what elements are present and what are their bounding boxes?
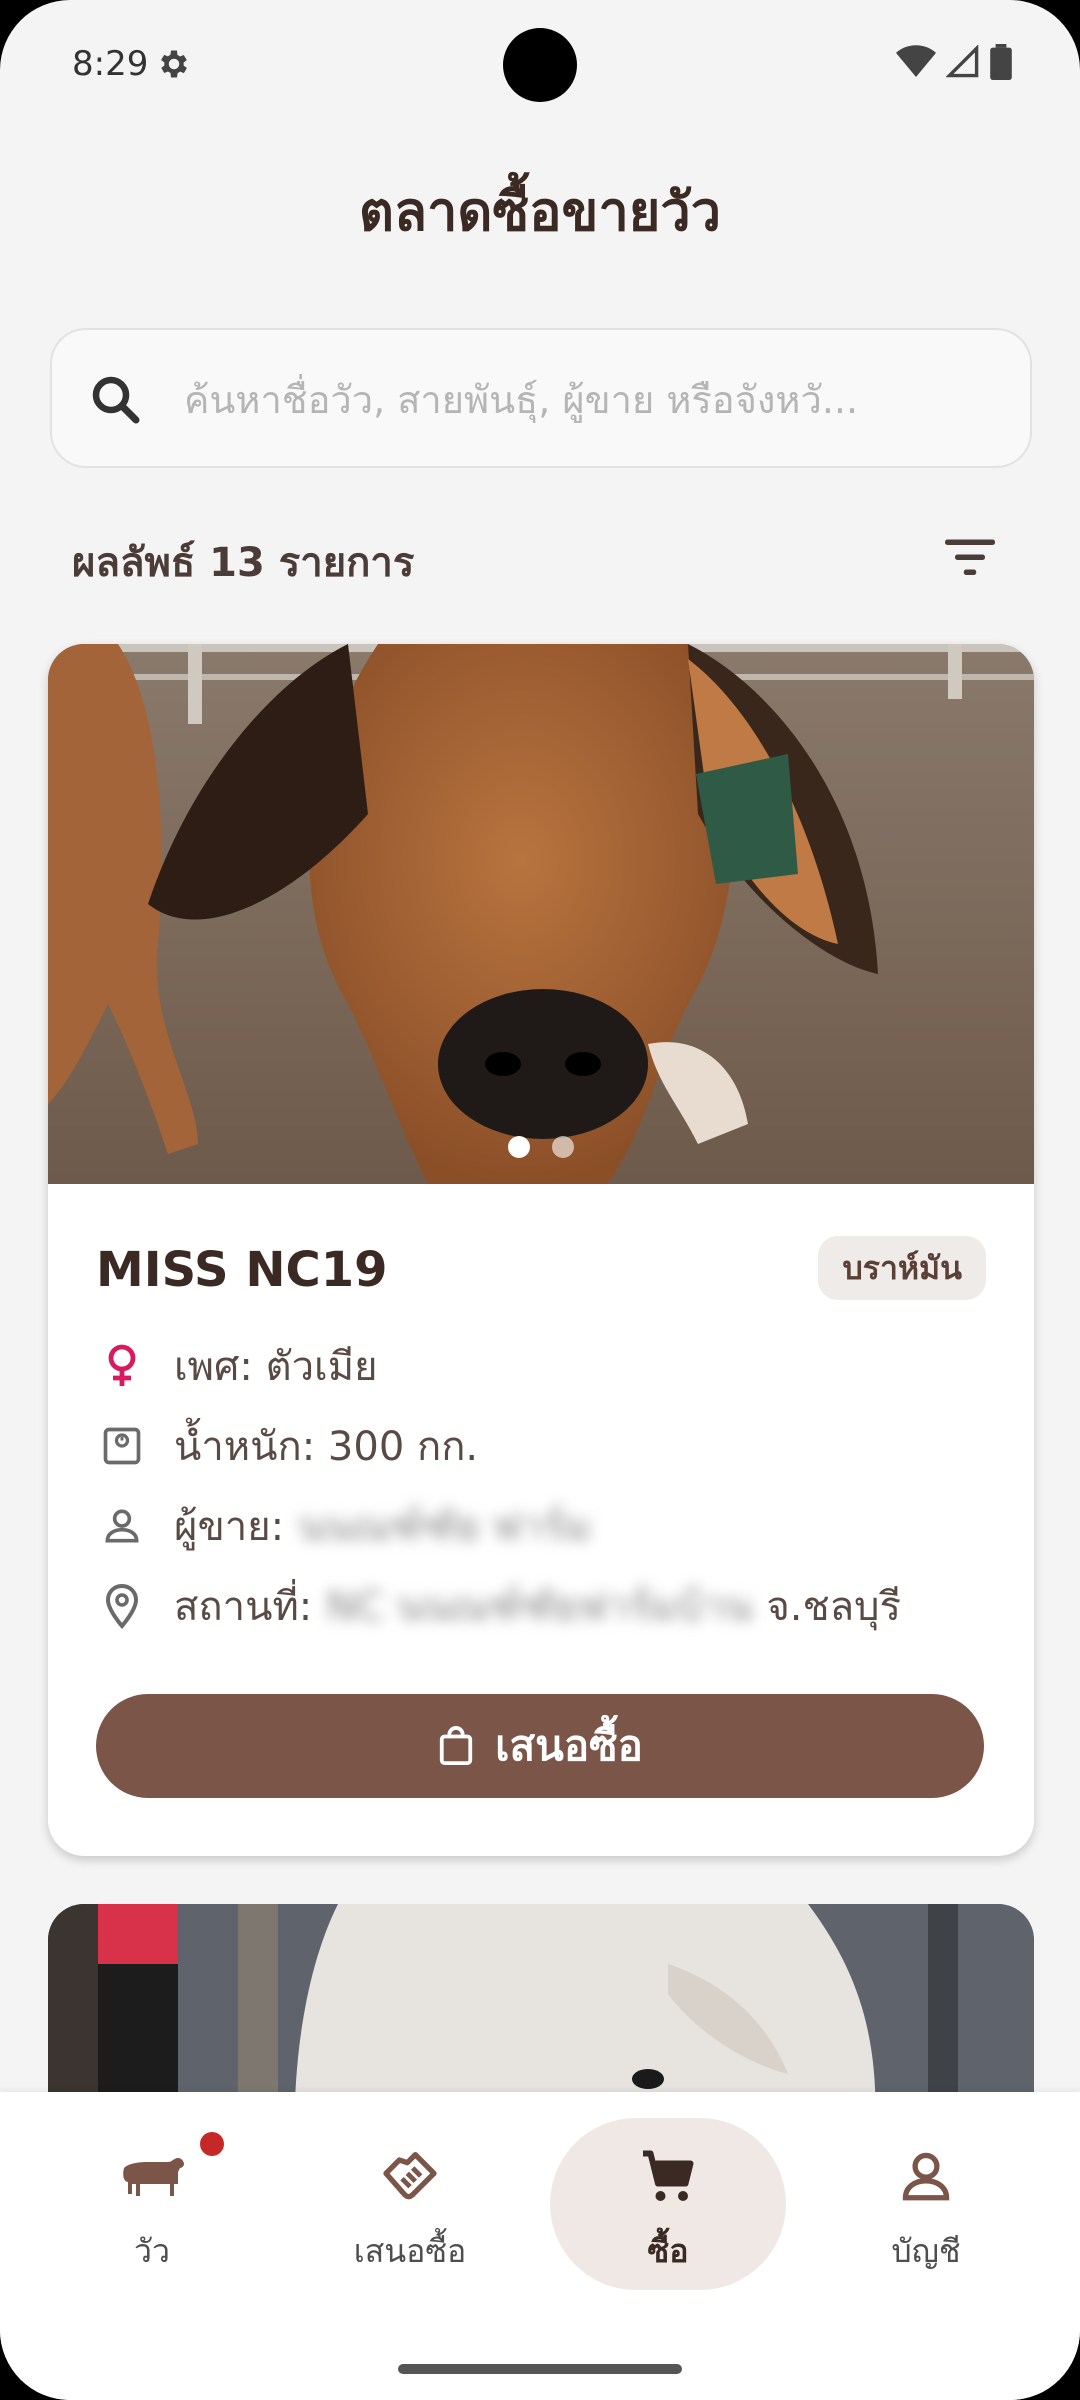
scale-icon (96, 1420, 148, 1472)
pagination-dot-active[interactable] (508, 1136, 530, 1158)
search-icon (92, 376, 140, 424)
nav-item-offers[interactable]: เสนอซื้อ (290, 2092, 530, 2292)
breed-badge: บราห์มัน (818, 1236, 986, 1300)
home-indicator[interactable] (398, 2364, 682, 2374)
cart-icon (618, 2136, 718, 2216)
status-icons (896, 44, 1012, 80)
cow-icon (102, 2136, 202, 2216)
nav-item-account[interactable]: บัญชี (806, 2092, 1046, 2292)
weight-text: น้ำหนัก: 300 กก. (174, 1424, 479, 1470)
female-icon (96, 1340, 148, 1392)
wifi-icon (896, 45, 936, 77)
account-person-icon (876, 2136, 976, 2216)
nav-label-account: บัญชี (891, 2232, 961, 2270)
nav-item-buy[interactable]: ซื้อ (548, 2092, 788, 2292)
settings-gear-icon (161, 50, 187, 78)
make-offer-label: เสนอซื้อ (495, 1722, 643, 1769)
results-count: ผลลัพธ์ 13 รายการ (72, 540, 415, 586)
status-time: 8:29 (72, 44, 149, 84)
location-blurred: NC นนณฑ์ฑัยฟาร์มบ้าน (326, 1584, 753, 1630)
gender-row: เพศ: ตัวเมีย (96, 1336, 378, 1396)
seller-row: ผู้ขาย: นนณฑ์ฑัย ฟาร์ม (96, 1496, 605, 1556)
cow-listing-card[interactable]: MISS NC19 บราห์มัน เพศ: ตัวเมีย น้ำหนัก:… (48, 644, 1034, 1856)
notification-badge (200, 2132, 224, 2156)
province-text: จ.ชลบุรี (766, 1584, 902, 1630)
cow-name: MISS NC19 (96, 1242, 388, 1298)
nav-item-cows[interactable]: วัว (32, 2092, 272, 2292)
battery-icon (990, 44, 1012, 80)
weight-row: น้ำหนัก: 300 กก. (96, 1416, 478, 1476)
seller-text: ผู้ขาย: นนณฑ์ฑัย ฟาร์ม (174, 1494, 605, 1558)
pagination-dot[interactable] (552, 1136, 574, 1158)
location-label: สถานที่: (174, 1584, 313, 1630)
gender-text: เพศ: ตัวเมีย (174, 1344, 378, 1390)
search-input[interactable] (184, 360, 1004, 440)
signal-icon (946, 45, 979, 78)
nav-label-buy: ซื้อ (647, 2232, 689, 2270)
nav-label-offers: เสนอซื้อ (353, 2232, 467, 2270)
location-row: สถานที่: NC นนณฑ์ฑัยฟาร์มบ้าน จ.ชลบุรี (96, 1576, 901, 1636)
screen: 8:29 ตลาดซื้อขายวัว ผลลัพธ์ 13 รายการ (0, 0, 1080, 2400)
seller-label: ผู้ขาย: (174, 1504, 285, 1550)
location-pin-icon (96, 1580, 148, 1632)
bottom-navigation: วัว เสนอซื้อ ซื้อ บัญชี (0, 2092, 1080, 2400)
search-box[interactable] (50, 328, 1032, 468)
image-pagination (48, 1136, 1034, 1158)
camera-cutout (503, 28, 577, 102)
nav-label-cows: วัว (134, 2232, 170, 2270)
handshake-icon (360, 2136, 460, 2216)
location-text: สถานที่: NC นนณฑ์ฑัยฟาร์มบ้าน จ.ชลบุรี (174, 1574, 901, 1638)
cow-photo[interactable] (48, 644, 1034, 1184)
status-bar: 8:29 (0, 0, 1080, 130)
page-title: ตลาดซื้อขายวัว (358, 180, 722, 243)
filter-icon[interactable] (940, 532, 1000, 582)
make-offer-button[interactable]: เสนอซื้อ (96, 1694, 984, 1798)
person-icon (96, 1500, 148, 1552)
seller-name-blurred: นนณฑ์ฑัย ฟาร์ม (298, 1504, 592, 1550)
shopping-bag-icon (440, 1726, 473, 1765)
